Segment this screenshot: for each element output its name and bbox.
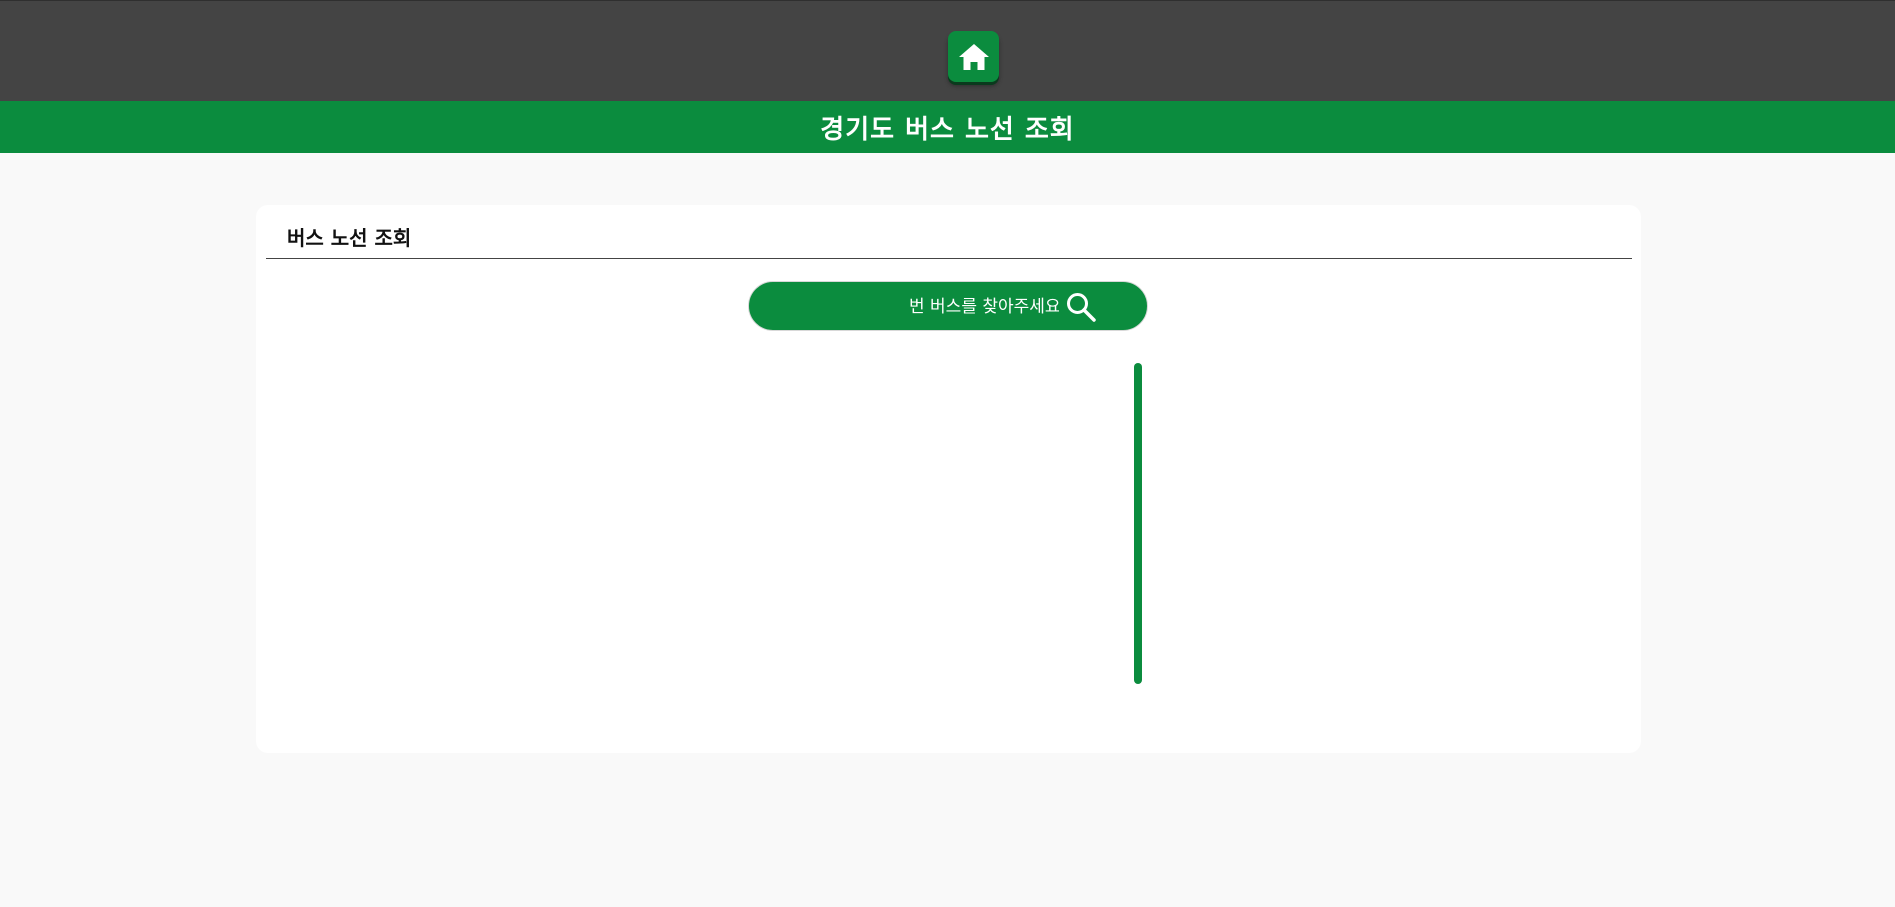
- route-search-card: 버스 노선 조회: [256, 205, 1641, 753]
- top-bar: [0, 0, 1895, 101]
- card-header: 버스 노선 조회: [266, 205, 1632, 259]
- title-bar: 경기도 버스 노선 조회: [0, 101, 1895, 153]
- search-icon[interactable]: [1065, 291, 1097, 323]
- page-title: 경기도 버스 노선 조회: [820, 114, 1075, 145]
- search-input[interactable]: [909, 294, 1059, 320]
- home-button[interactable]: [948, 31, 999, 82]
- route-line: [1134, 363, 1142, 684]
- search-bar[interactable]: [748, 281, 1148, 331]
- home-icon: [958, 43, 989, 70]
- card-title: 버스 노선 조회: [287, 226, 412, 250]
- bus-number-entry[interactable]: [767, 295, 907, 319]
